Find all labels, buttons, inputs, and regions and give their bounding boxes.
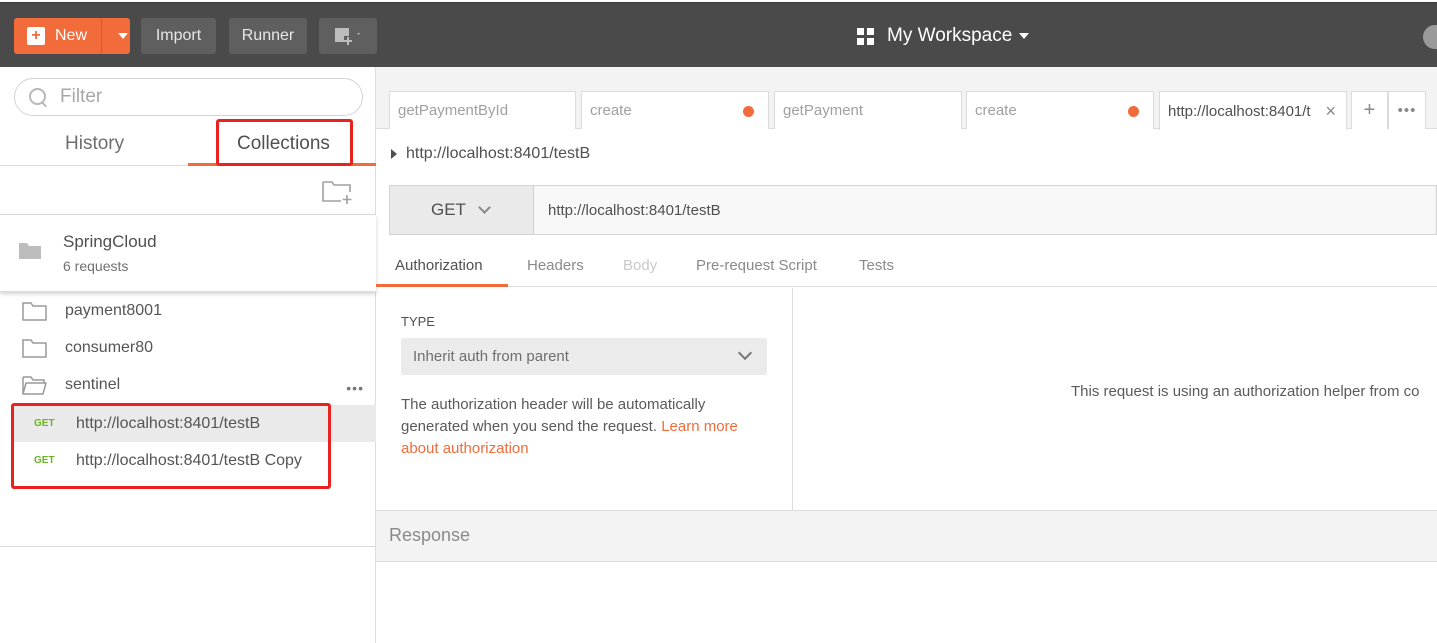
folder-label: payment8001 [65,301,162,319]
more-options-icon[interactable]: ••• [346,380,364,396]
new-tab-button[interactable]: + [1351,91,1388,129]
unsaved-dot-icon [743,106,754,117]
tab-label: create [975,102,1017,119]
workspace-label: My Workspace [887,25,1013,46]
new-dropdown-caret-icon[interactable] [118,33,128,39]
auth-config-panel: TYPE Inherit auth from parent The author… [376,288,793,510]
filter-box[interactable] [14,78,363,116]
folder-sentinel[interactable]: sentinel ••• [0,366,376,403]
folder-icon [22,301,47,321]
plus-icon: + [27,27,45,45]
tab-body[interactable]: Body [623,257,657,274]
tab-headers[interactable]: Headers [527,257,584,274]
tab-pre-request-script[interactable]: Pre-request Script [696,257,817,274]
tab-options-button[interactable]: ••• [1388,91,1426,129]
new-window-icon [335,28,360,45]
workspace-grid-icon [857,27,874,45]
sync-icon[interactable] [1423,25,1437,49]
chevron-down-icon [478,201,491,214]
url-input[interactable] [535,186,1435,234]
folder-label: consumer80 [65,338,154,356]
folder-payment8001[interactable]: payment8001 [0,292,376,329]
auth-description-text: The authorization header will be automat… [401,396,706,435]
tab-getPaymentById[interactable]: getPaymentById [389,91,576,129]
app-header: + New Import Runner My Workspace [0,2,1437,67]
collection-springcloud[interactable]: SpringCloud 6 requests [0,215,376,292]
filter-input[interactable] [60,86,340,108]
plus-icon: + [1363,99,1376,121]
auth-helper-message: This request is using an authorization h… [1071,383,1420,400]
collection-toolbar [0,167,376,215]
auth-type-label: TYPE [401,314,435,329]
folder-icon [22,338,47,358]
auth-description: The authorization header will be automat… [401,394,771,460]
auth-type-value: Inherit auth from parent [413,348,569,365]
request-subtabs: Authorization Headers Body Pre-request S… [376,249,1437,287]
breadcrumb-label: http://localhost:8401/testB [406,145,591,162]
new-button[interactable]: + New [14,18,130,54]
folder-open-icon [22,375,47,395]
tab-tests[interactable]: Tests [859,257,894,274]
highlight-box-requests [11,403,331,489]
more-options-icon: ••• [1397,102,1417,119]
request-breadcrumb[interactable]: http://localhost:8401/testB [391,145,590,163]
tab-label: getPayment [783,102,864,119]
expand-caret-icon [391,149,397,159]
collection-folder-icon [19,243,41,259]
tab-create-2[interactable]: create [966,91,1154,129]
response-section: Response [376,510,1437,562]
new-window-button[interactable] [319,18,377,54]
folder-consumer80[interactable]: consumer80 [0,329,376,366]
runner-button[interactable]: Runner [229,18,307,54]
folder-label: sentinel [65,375,121,393]
tab-label: http://localhost:8401/t [1168,102,1311,120]
tab-label: getPaymentById [398,102,509,119]
close-tab-icon[interactable]: × [1325,101,1336,122]
collection-count: 6 requests [63,258,129,274]
search-icon [29,88,47,106]
main-panel: getPaymentById create getPayment create … [376,67,1437,643]
tab-label: create [590,102,632,119]
method-select[interactable]: GET [390,186,534,234]
url-bar: GET [389,185,1437,235]
chevron-down-icon [737,345,753,361]
tab-getPayment[interactable]: getPayment [774,91,962,129]
workspace-caret-icon [1019,33,1030,39]
import-button[interactable]: Import [141,18,216,54]
tab-create-1[interactable]: create [581,91,769,129]
auth-type-select[interactable]: Inherit auth from parent [401,338,767,375]
unsaved-dot-icon [1128,106,1139,117]
new-collection-icon[interactable] [322,179,354,205]
tab-localhost-testB[interactable]: http://localhost:8401/t × [1159,91,1347,130]
workspace-switcher[interactable]: My Workspace [857,25,1030,47]
collection-name: SpringCloud [63,232,157,251]
active-subtab-indicator [376,284,508,287]
request-tabbar: getPaymentById create getPayment create … [376,67,1437,130]
highlight-box-collections [216,119,353,166]
tab-authorization[interactable]: Authorization [395,257,483,274]
sidebar: History Collections SpringCloud 6 reques… [0,67,376,643]
method-value: GET [431,200,466,219]
new-button-label: New [55,27,88,44]
response-label: Response [389,525,471,545]
tab-history[interactable]: History [65,133,124,155]
